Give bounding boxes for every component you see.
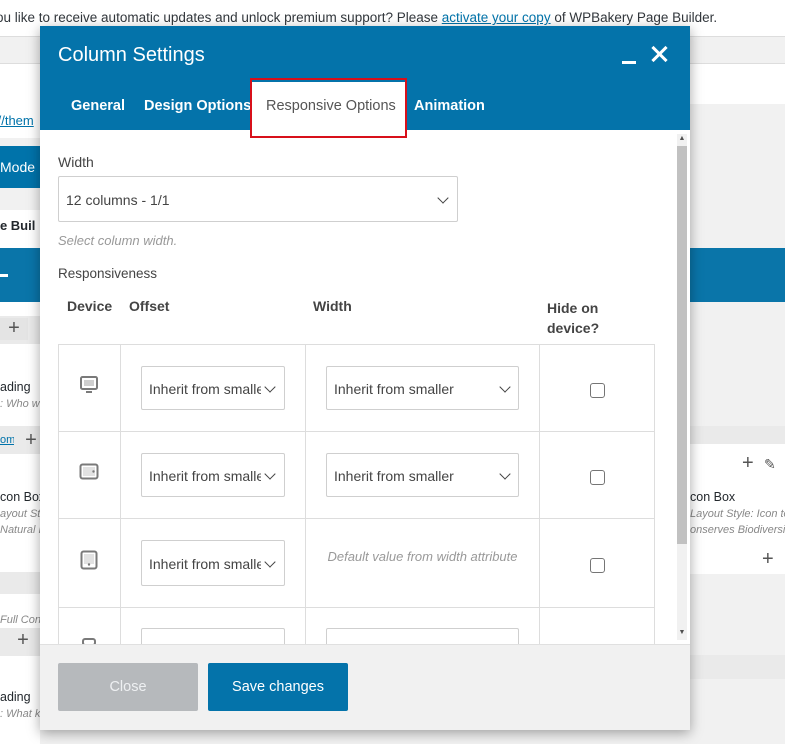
table-divider (58, 431, 655, 432)
offset-select-desktop[interactable]: Inherit from smaller (141, 366, 285, 410)
width-select-desktop[interactable]: Inherit from smaller (326, 366, 519, 410)
activate-link[interactable]: activate your copy (442, 10, 551, 25)
row-divider (0, 572, 40, 594)
tablet-portrait-icon (80, 550, 98, 570)
element-link[interactable]: om (0, 434, 14, 446)
width-select-value: Inherit from smaller (334, 468, 454, 484)
element-subtitle: : What k (0, 708, 40, 720)
table-divider (654, 344, 655, 644)
add-icon[interactable]: + (22, 430, 40, 452)
offset-select-tablet-portrait[interactable]: Inherit from smaller (141, 540, 285, 586)
header-hide-on-device: Hide on device? (547, 300, 600, 336)
element-subtitle: onserves Biodiversity (690, 524, 785, 536)
width-select-mobile[interactable] (326, 628, 519, 644)
builder-bar (0, 248, 40, 302)
tablet-landscape-icon (79, 463, 99, 480)
chevron-down-icon (499, 381, 511, 393)
header-offset: Offset (129, 298, 170, 314)
chevron-down-icon (437, 192, 449, 204)
desktop-icon (80, 376, 98, 393)
row-label: Full Con (0, 614, 40, 626)
save-changes-button[interactable]: Save changes (208, 663, 348, 711)
tab-design-options[interactable]: Design Options (144, 80, 251, 130)
width-select-value: Inherit from smaller (334, 381, 454, 397)
hide-checkbox-tablet-landscape[interactable] (590, 470, 605, 485)
pencil-icon[interactable]: ✎ (764, 456, 776, 473)
column-settings-modal: Column Settings General Design Options R… (40, 26, 690, 730)
tab-highlight-frame (250, 78, 407, 138)
header-device: Device (67, 298, 113, 314)
width-select-tablet-landscape[interactable]: Inherit from smaller (326, 453, 519, 497)
hide-checkbox-desktop[interactable] (590, 383, 605, 398)
offset-select-value: Inherit from smaller (149, 556, 261, 572)
width-select[interactable]: 12 columns - 1/1 (58, 176, 458, 222)
builder-title: ge Buil (0, 218, 36, 233)
width-default-note: Default value from width attribute (327, 549, 518, 564)
row-divider (690, 655, 785, 679)
tab-general[interactable]: General (71, 80, 125, 130)
notice-text: ou like to receive automatic updates and… (0, 10, 442, 25)
table-divider (539, 344, 540, 644)
element-subtitle: ayout Sty (0, 508, 40, 520)
mode-button[interactable]: Mode (0, 146, 40, 188)
offset-select-mobile[interactable] (141, 628, 285, 644)
modal-title: Column Settings (58, 44, 205, 66)
chevron-down-icon (264, 468, 276, 480)
offset-select-value: Inherit from smaller (149, 381, 261, 397)
tab-animation[interactable]: Animation (414, 80, 485, 130)
minimize-icon[interactable] (620, 50, 638, 68)
table-divider (58, 518, 655, 519)
width-hint: Select column width. (58, 233, 178, 248)
table-divider (58, 607, 655, 608)
table-divider (120, 344, 121, 644)
add-icon[interactable]: + (742, 452, 754, 475)
modal-footer: Close Save changes (40, 644, 690, 730)
element-subtitle: Natural F (0, 524, 40, 536)
header-width: Width (313, 298, 352, 314)
width-label: Width (58, 154, 94, 170)
builder-bar-right (690, 248, 785, 302)
element-title: con Box (690, 490, 736, 504)
close-button[interactable]: Close (58, 663, 198, 711)
row-controls-right (690, 426, 785, 446)
table-divider (305, 344, 306, 644)
offset-select-value: Inherit from smaller (149, 468, 261, 484)
permalink[interactable]: ://them (0, 104, 40, 138)
scroll-up-arrow-icon[interactable]: ▲ (677, 134, 687, 144)
element-subtitle: Layout Style: Icon top (690, 508, 785, 520)
scrollbar-thumb[interactable] (677, 146, 687, 544)
add-icon[interactable]: + (0, 318, 28, 340)
width-select-value: 12 columns - 1/1 (66, 192, 170, 208)
chevron-down-icon (264, 556, 276, 568)
scroll-down-arrow-icon[interactable]: ▼ (677, 628, 687, 638)
element-title: ading (0, 380, 31, 394)
notice-text-end: of WPBakery Page Builder. (550, 10, 718, 25)
offset-select-tablet-landscape[interactable]: Inherit from smaller (141, 453, 285, 497)
element-subtitle: : Who w (0, 398, 40, 410)
add-icon[interactable]: + (762, 548, 774, 571)
responsiveness-label: Responsiveness (58, 266, 158, 281)
hide-checkbox-tablet-portrait[interactable] (590, 558, 605, 573)
close-icon[interactable] (648, 43, 670, 65)
element-title: con Box (0, 490, 40, 504)
add-icon[interactable]: + (10, 630, 36, 652)
chevron-down-icon (264, 381, 276, 393)
chevron-down-icon (499, 468, 511, 480)
element-title: ading (0, 690, 31, 704)
